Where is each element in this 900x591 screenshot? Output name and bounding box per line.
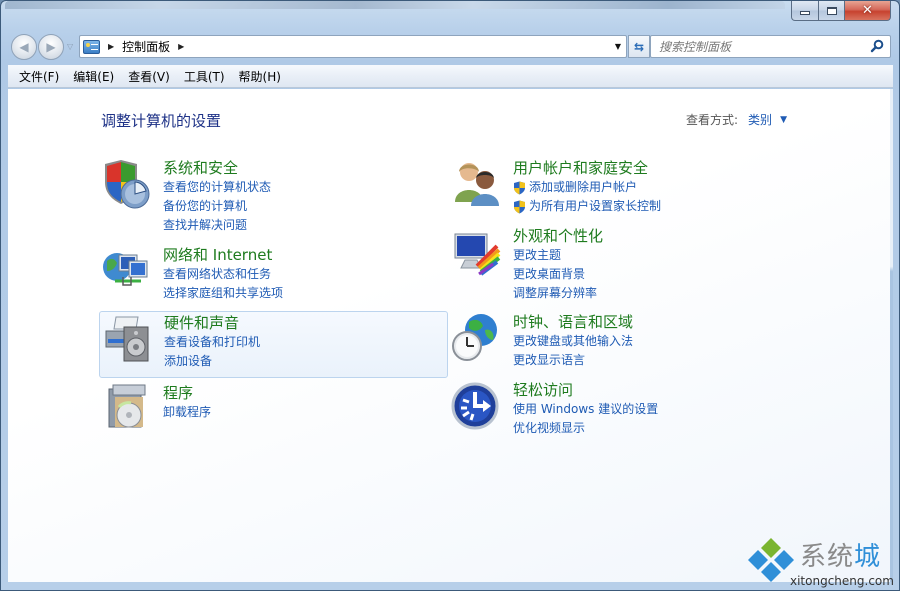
watermark-brand: 系统城 [800,536,881,573]
link-view-computer-status[interactable]: 查看您的计算机状态 [163,178,271,197]
link-change-display-language[interactable]: 更改显示语言 [513,351,633,370]
breadcrumb-separator-icon[interactable]: ▶ [108,42,114,51]
forward-arrow-icon: ▶ [46,40,56,54]
link-recommended-settings[interactable]: 使用 Windows 建议的设置 [513,400,658,419]
link-text[interactable]: 添加或删除用户帐户 [529,178,637,197]
category-ease-of-access: 轻松访问 使用 Windows 建议的设置 优化视频显示 [451,380,658,438]
category-title[interactable]: 外观和个性化 [513,227,603,246]
link-view-network-status[interactable]: 查看网络状态和任务 [163,265,283,284]
refresh-button[interactable]: ⇆ [628,35,650,58]
back-button[interactable]: ◀ [11,34,37,60]
view-by-label: 查看方式: [686,113,739,127]
category-network-internet: 网络和 Internet 查看网络状态和任务 选择家庭组和共享选项 [101,245,283,303]
uac-shield-icon [514,181,525,194]
menu-view[interactable]: 查看(V) [122,66,176,87]
search-icon[interactable] [870,39,884,53]
forward-button[interactable]: ▶ [38,34,64,60]
category-system-security: 系统和安全 查看您的计算机状态 备份您的计算机 查找并解决问题 [101,158,271,235]
link-troubleshoot[interactable]: 查找并解决问题 [163,216,271,235]
watermark: 系统城 xitongcheng.com [745,536,900,591]
address-dropdown-button[interactable]: ▼ [610,36,626,57]
category-hardware-sound[interactable]: 硬件和声音 查看设备和打印机 添加设备 [99,311,448,378]
page-title: 调整计算机的设置 [101,112,222,130]
chevron-down-icon: ▼ [614,42,622,51]
menu-file[interactable]: 文件(F) [13,66,65,87]
close-button[interactable]: ✕ [845,1,891,21]
control-panel-icon [83,39,100,54]
menu-edit[interactable]: 编辑(E) [67,66,120,87]
category-title[interactable]: 硬件和声音 [164,314,260,333]
view-by: 查看方式: 类别 ▼ [686,111,787,128]
uac-shield-icon [514,200,525,213]
link-uninstall-program[interactable]: 卸载程序 [163,403,211,422]
back-arrow-icon: ◀ [19,40,29,54]
link-add-remove-accounts[interactable]: 添加或删除用户帐户 [513,178,661,197]
category-title[interactable]: 轻松访问 [513,381,658,400]
category-clock-language-region: 时钟、语言和区域 更改键盘或其他输入法 更改显示语言 [451,312,633,370]
title-bar[interactable] [5,1,785,9]
navigation-bar: ◀ ▶ ▽ ▶ 控制面板 ▶ ▼ ⇆ [10,34,892,60]
watermark-url: xitongcheng.com [790,574,894,588]
link-change-background[interactable]: 更改桌面背景 [513,265,603,284]
category-title[interactable]: 用户帐户和家庭安全 [513,159,661,178]
link-parental-controls[interactable]: 为所有用户设置家长控制 [513,197,661,216]
printer-speaker-icon[interactable] [102,313,154,365]
category-user-accounts: 用户帐户和家庭安全 添加或删除用户帐户 为所有用户设置家长控制 [451,158,661,216]
category-title[interactable]: 程序 [163,384,211,403]
category-appearance: 外观和个性化 更改主题 更改桌面背景 调整屏幕分辨率 [451,226,603,303]
caption-buttons: ✕ [791,1,891,21]
content-pane: 调整计算机的设置 查看方式: 类别 ▼ 系统和安全 查看您的计算机状态 备份您的… [8,89,893,582]
programs-disc-icon[interactable] [101,383,153,435]
network-globe-icon[interactable] [101,245,153,297]
search-box [650,35,891,58]
security-shield-icon[interactable] [101,158,153,210]
address-bar[interactable]: ▶ 控制面板 ▶ ▼ [79,35,627,58]
link-text[interactable]: 为所有用户设置家长控制 [529,197,661,216]
link-homegroup-sharing[interactable]: 选择家庭组和共享选项 [163,284,283,303]
link-devices-printers[interactable]: 查看设备和打印机 [164,333,260,352]
scrollbar[interactable] [890,89,893,582]
category-programs: 程序 卸载程序 [101,383,211,435]
view-by-dropdown[interactable]: 类别 [748,111,772,128]
breadcrumb-control-panel[interactable]: 控制面板 [122,38,170,55]
link-adjust-resolution[interactable]: 调整屏幕分辨率 [513,284,603,303]
watermark-brand-gray: 系统 [800,542,855,572]
link-backup-computer[interactable]: 备份您的计算机 [163,197,271,216]
chevron-down-icon[interactable]: ▼ [780,115,787,125]
recent-pages-dropdown[interactable]: ▽ [67,42,76,52]
link-add-device[interactable]: 添加设备 [164,352,260,371]
menu-bar: 文件(F) 编辑(E) 查看(V) 工具(T) 帮助(H) [8,65,893,88]
control-panel-window: ✕ ◀ ▶ ▽ ▶ 控制面板 ▶ ▼ ⇆ 搜索控制面板 文件(F) 编辑(E) … [0,0,900,591]
maximize-button[interactable] [819,1,845,21]
refresh-icon: ⇆ [633,39,645,54]
category-title[interactable]: 时钟、语言和区域 [513,313,633,332]
link-optimize-display[interactable]: 优化视频显示 [513,419,658,438]
monitor-palette-icon[interactable] [451,226,503,278]
link-change-input-method[interactable]: 更改键盘或其他输入法 [513,332,633,351]
minimize-button[interactable] [791,1,819,21]
minimize-icon [800,11,810,15]
users-icon[interactable] [451,158,503,210]
menu-tools[interactable]: 工具(T) [178,66,231,87]
menu-help[interactable]: 帮助(H) [233,66,287,87]
maximize-icon [826,6,837,15]
category-title[interactable]: 系统和安全 [163,159,271,178]
chevron-down-icon: ▽ [67,42,74,51]
watermark-brand-accent: 城 [854,542,882,572]
ease-of-access-icon[interactable] [451,380,503,432]
clock-globe-icon[interactable] [451,312,503,364]
breadcrumb-separator-icon[interactable]: ▶ [178,42,184,51]
search-input[interactable] [651,36,861,57]
link-change-theme[interactable]: 更改主题 [513,246,603,265]
close-icon: ✕ [862,3,873,18]
category-title[interactable]: 网络和 Internet [163,246,283,265]
